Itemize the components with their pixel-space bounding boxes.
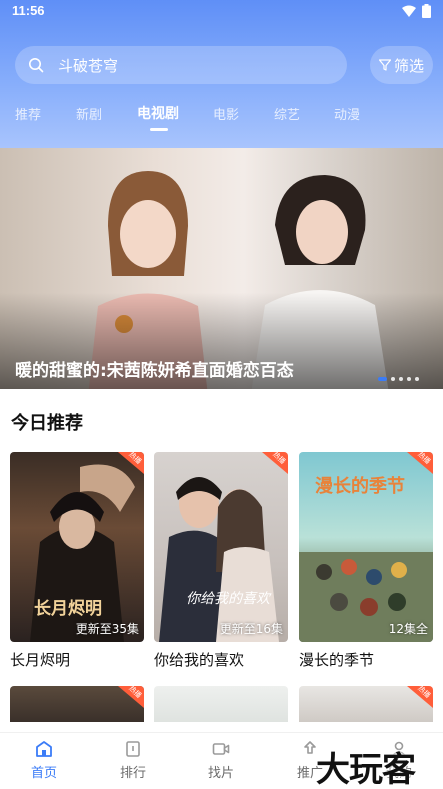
nav-home-label: 首页 [30,766,57,781]
filter-button[interactable]: 筛选 [370,46,433,84]
video-card-1[interactable]: 长月烬明 热播 更新至35集 长月烬明 [10,452,144,670]
section-title: 今日推荐 [11,413,83,434]
poster-title-art: 长月烬明 [34,599,102,619]
poster-title-art: 漫长的季节 [315,476,405,497]
status-time: 11:56 [12,3,45,18]
wifi-icon [402,5,416,17]
status-icons [402,4,431,18]
nav-home[interactable]: 首页 [14,739,74,781]
episode-label: 更新至16集 [219,622,283,636]
search-query: 斗破苍穹 [58,56,119,75]
hero-banner[interactable]: 暖的甜蜜的:宋茜陈妍希直面婚恋百态 [0,148,443,389]
banner-caption: 暖的甜蜜的:宋茜陈妍希直面婚恋百态 [15,361,294,381]
video-card-5[interactable] [154,686,288,722]
ranking-icon [126,741,140,757]
watermark-logo: 大玩客 [316,750,416,789]
search-input[interactable]: 斗破苍穹 [15,46,347,84]
tab-recommend[interactable]: 推荐 [15,104,41,123]
nav-ranking[interactable]: 排行 [103,739,163,781]
banner-dot[interactable] [399,377,403,381]
tab-indicator [150,128,168,131]
nav-find[interactable]: 找片 [191,739,251,781]
video-card-4[interactable]: 热播 [10,686,144,722]
tab-movies[interactable]: 电影 [213,104,239,123]
banner-pagination [378,377,419,381]
filter-label: 筛选 [393,56,424,75]
poster-art [159,477,279,642]
card-title: 漫长的季节 [299,651,375,669]
banner-dot[interactable] [415,377,419,381]
card-title: 你给我的喜欢 [154,651,245,669]
banner-dot[interactable] [378,377,387,381]
filter-icon [378,59,391,71]
battery-icon [422,4,431,18]
video-icon [212,743,230,755]
nav-find-label: 找片 [207,766,234,781]
video-card-3[interactable]: 漫长的季节 热播 12集全 漫长的季节 [299,452,433,670]
card-title: 长月烬明 [10,651,71,669]
episode-label: 12集全 [388,622,428,636]
poster-image: 漫长的季节 热播 12集全 [299,452,433,642]
category-tabs: 推荐 新剧 电视剧 电影 综艺 动漫 [0,104,443,134]
header: 11:56 斗破苍穹 筛选 推荐 新剧 电视剧 电影 综艺 动漫 [0,0,443,148]
banner-dot[interactable] [407,377,411,381]
tab-anime[interactable]: 动漫 [334,104,360,123]
poster-image: 你给我的喜欢 热播 更新至16集 [154,452,288,642]
poster-image: 长月烬明 热播 更新至35集 [10,452,144,642]
status-bar: 11:56 [0,0,443,24]
episode-label: 更新至35集 [75,622,139,636]
tab-new-drama[interactable]: 新剧 [76,104,102,123]
tab-tv-series[interactable]: 电视剧 [137,103,179,123]
video-card-2[interactable]: 你给我的喜欢 热播 更新至16集 你给我的喜欢 [154,452,288,670]
search-icon [29,58,44,73]
banner-gradient [0,148,443,389]
video-card-6[interactable]: 热播 [299,686,433,722]
tab-variety[interactable]: 综艺 [274,104,300,123]
poster-title-art: 你给我的喜欢 [186,591,270,607]
home-icon [36,741,52,757]
banner-dot[interactable] [391,377,395,381]
nav-ranking-label: 排行 [119,766,146,781]
